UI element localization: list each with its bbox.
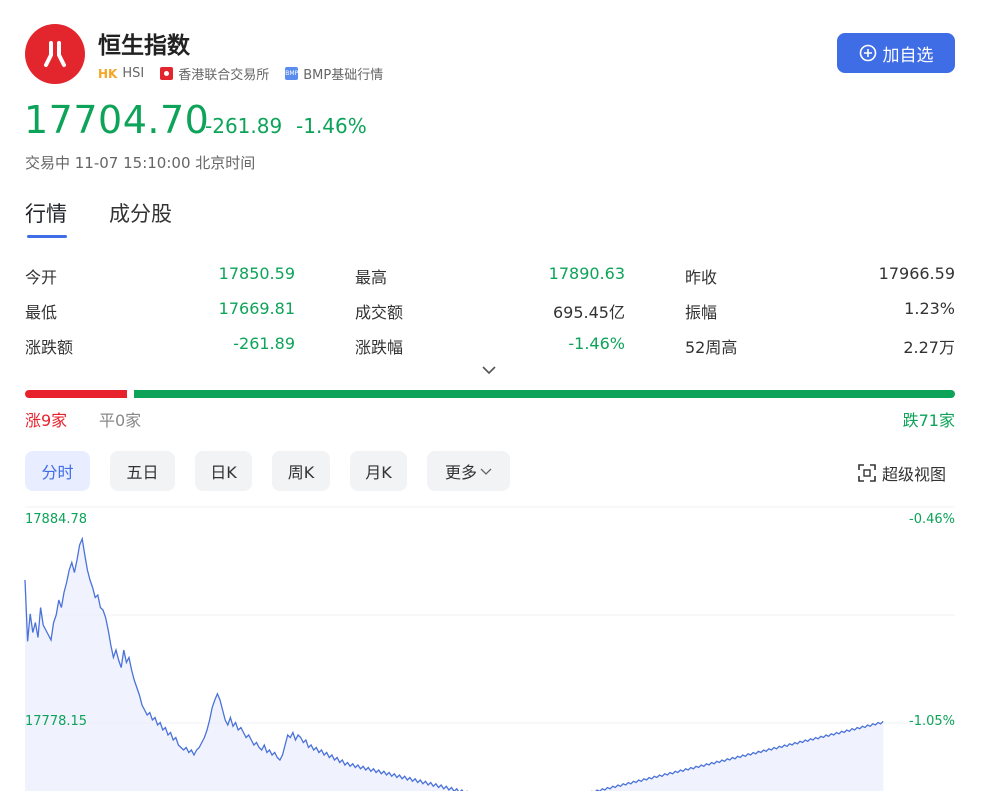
period-5day[interactable]: 五日 (110, 451, 175, 491)
tab-constituents[interactable]: 成分股 (109, 198, 172, 228)
advance-bar (25, 390, 127, 398)
quote-row: 今开 17850.59 最高 17890.63 昨收 17966.59 (25, 258, 955, 293)
quote-label: 成交额 (355, 302, 404, 322)
price-change-pct: -1.46% (296, 114, 367, 138)
decline-bar (134, 390, 955, 398)
quote-open: 今开 17850.59 (25, 264, 295, 288)
intraday-chart-svg (24, 506, 955, 795)
quote-value: -1.46% (568, 333, 625, 353)
market-tag: HK (98, 66, 118, 81)
super-view-button[interactable]: 超级视图 (858, 461, 946, 485)
unchanged-count: 平0家 (99, 411, 142, 430)
quote-value: 1.23% (904, 298, 955, 318)
quote-label: 涨跌幅 (355, 337, 404, 357)
quote-52w-high: 52周高 2.27万 (685, 334, 955, 358)
period-intraday[interactable]: 分时 (25, 451, 90, 491)
period-monthly[interactable]: 月K (350, 451, 407, 491)
price-change: -261.89 (205, 114, 283, 138)
security-code: HSI (122, 66, 145, 81)
quote-row: 涨跌额 -261.89 涨跌幅 -1.46% 52周高 2.27万 (25, 328, 955, 363)
quote-turnover: 成交额 695.45亿 (355, 299, 625, 323)
period-weekly[interactable]: 周K (272, 451, 330, 491)
quote-label: 涨跌额 (25, 337, 74, 357)
y-axis-label-top-pct: -0.46% (909, 512, 955, 527)
data-source: BMP基础行情 (303, 68, 384, 83)
exchange-name: 香港联合交易所 (178, 68, 270, 83)
quote-value: 17890.63 (548, 263, 625, 283)
chevron-down-icon (480, 468, 492, 475)
period-more-label: 更多 (444, 463, 477, 482)
quote-high: 最高 17890.63 (355, 264, 625, 288)
active-tab-indicator (27, 235, 67, 238)
quote-change-pct: 涨跌幅 -1.46% (355, 334, 625, 358)
last-price: 17704.70 (24, 98, 210, 142)
super-view-label: 超级视图 (882, 465, 947, 484)
quote-row: 最低 17669.81 成交额 695.45亿 振幅 1.23% (25, 293, 955, 328)
y-axis-label-mid-pct: -1.05% (909, 714, 955, 729)
security-meta: HK HSI 香港联合交易所 BMP BMP基础行情 (98, 64, 383, 83)
quote-prev-close: 昨收 17966.59 (685, 264, 955, 288)
quote-label: 昨收 (685, 267, 718, 287)
hk-flag-icon (160, 67, 174, 80)
period-more[interactable]: 更多 (427, 451, 510, 491)
add-watchlist-button[interactable]: 加自选 (837, 33, 955, 73)
y-axis-label-top: 17884.78 (25, 512, 88, 527)
quote-label: 今开 (25, 267, 58, 287)
quote-label: 52周高 (685, 337, 738, 357)
period-daily[interactable]: 日K (195, 451, 252, 491)
add-watchlist-label: 加自选 (882, 45, 934, 66)
fullscreen-icon (858, 464, 876, 482)
quote-label: 最低 (25, 302, 58, 322)
advance-count: 涨9家 (25, 411, 68, 430)
trade-status: 交易中 11-07 15:10:00 北京时间 (25, 154, 256, 172)
chevron-down-icon[interactable] (481, 362, 497, 376)
quote-low: 最低 17669.81 (25, 299, 295, 323)
quote-value: 695.45亿 (553, 302, 625, 322)
quote-value: 17669.81 (218, 298, 295, 318)
hsi-logo-icon (25, 24, 85, 84)
quote-value: 17850.59 (218, 263, 295, 283)
quote-value: 2.27万 (903, 337, 955, 357)
quote-label: 振幅 (685, 302, 718, 322)
quote-amplitude: 振幅 1.23% (685, 299, 955, 323)
tab-quote[interactable]: 行情 (25, 198, 67, 228)
plus-circle-icon (859, 44, 876, 62)
quote-change-amount: 涨跌额 -261.89 (25, 334, 295, 358)
decline-count: 跌71家 (902, 411, 955, 430)
y-axis-label-mid: 17778.15 (25, 714, 88, 729)
quote-grid: 今开 17850.59 最高 17890.63 昨收 17966.59 最低 17669… (25, 258, 955, 363)
intraday-chart: 17884.78 -0.46% 17778.15 -1.05% (0, 505, 983, 795)
quote-value: 17966.59 (878, 263, 955, 283)
bmp-icon: BMP (285, 67, 299, 80)
quote-value: -261.89 (233, 333, 295, 353)
quote-label: 最高 (355, 267, 388, 287)
page-title: 恒生指数 (98, 33, 190, 59)
